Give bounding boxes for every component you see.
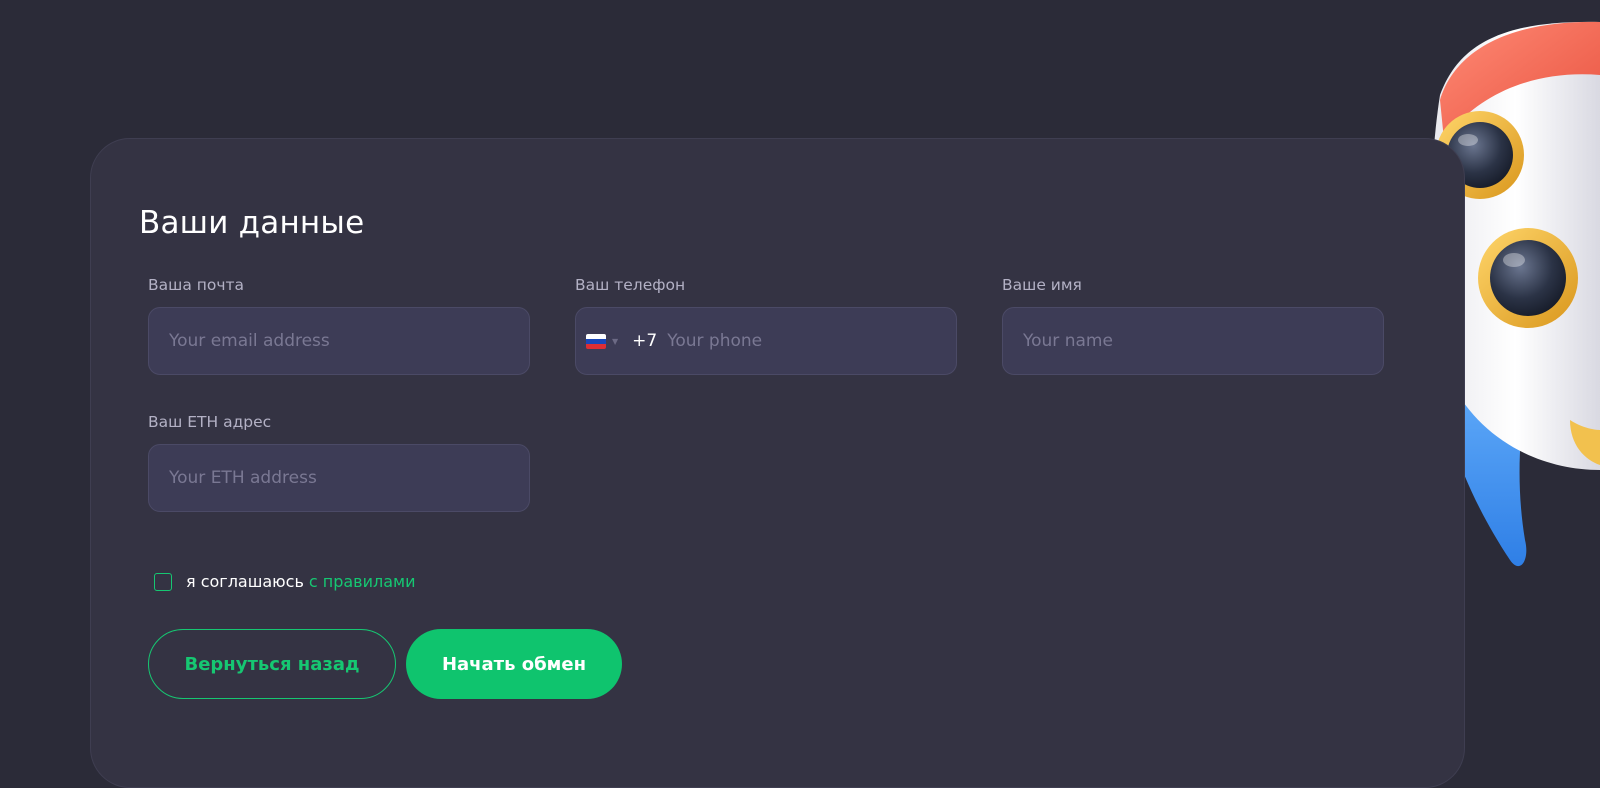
chevron-down-icon[interactable]: ▼ (612, 337, 618, 346)
back-button[interactable]: Вернуться назад (148, 629, 396, 699)
agreement-checkbox[interactable] (154, 572, 172, 591)
name-label: Ваше имя (1002, 276, 1082, 294)
dial-code: +7 (632, 331, 658, 351)
agreement-row: я соглашаюсь с правилами (154, 572, 416, 591)
phone-field-box: ▼ +7 (575, 307, 957, 375)
user-data-card: Ваши данные Ваша почта Ваш телефон ▼ +7 … (90, 138, 1465, 788)
email-field-group: Ваша почта (148, 275, 530, 375)
eth-field-group: Ваш ETH адрес (148, 412, 530, 512)
start-exchange-button[interactable]: Начать обмен (406, 629, 622, 699)
agreement-text: я соглашаюсь (186, 572, 304, 591)
email-label: Ваша почта (148, 276, 245, 294)
phone-label: Ваш телефон (575, 276, 686, 294)
card-title: Ваши данные (139, 205, 365, 241)
phone-field-group: Ваш телефон ▼ +7 (575, 275, 957, 375)
phone-input[interactable] (665, 330, 938, 352)
name-field-group: Ваше имя (1002, 275, 1384, 375)
email-field-box (148, 307, 530, 375)
eth-label: Ваш ETH адрес (148, 413, 272, 431)
name-field-box (1002, 307, 1384, 375)
eth-field-box (148, 444, 530, 512)
eth-address-input[interactable] (167, 467, 511, 489)
name-input[interactable] (1021, 330, 1365, 352)
ru-flag-icon[interactable] (586, 333, 606, 349)
rules-link[interactable]: с правилами (309, 572, 416, 591)
email-input[interactable] (167, 330, 511, 352)
